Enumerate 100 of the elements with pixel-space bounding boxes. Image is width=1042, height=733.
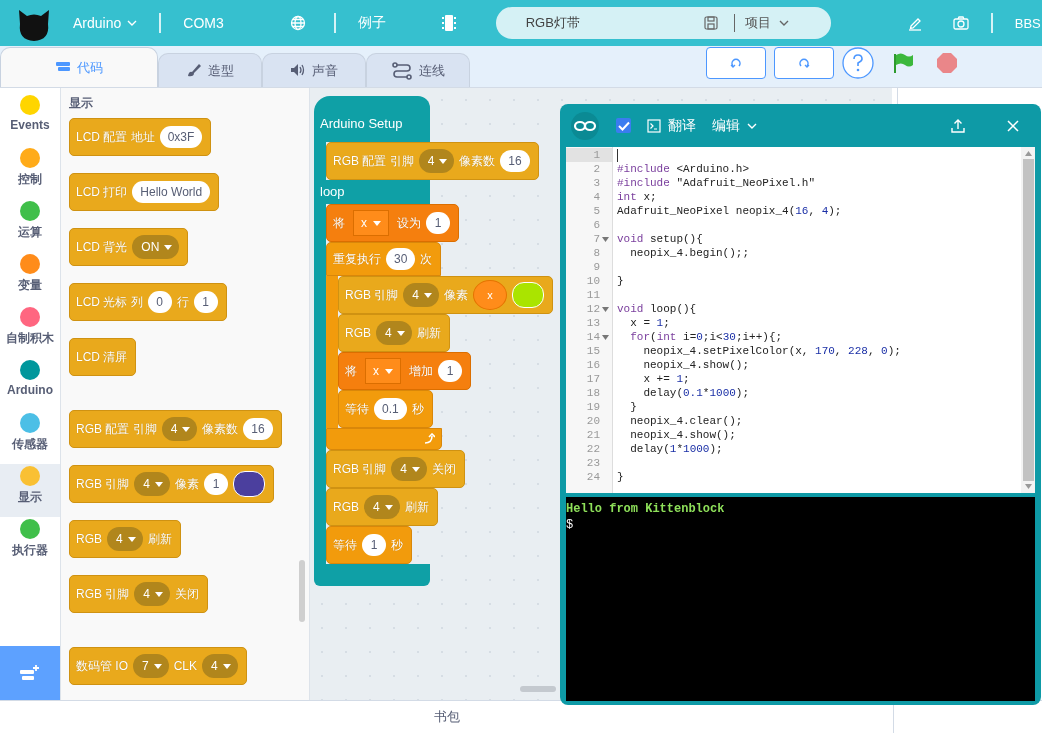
tab[interactable]: 造型 [158, 53, 262, 87]
block-dropdown[interactable]: 4 [364, 495, 400, 519]
block-label: 数码管 IO [76, 657, 128, 675]
category-item[interactable]: 执行器 [0, 517, 60, 570]
flag-icon[interactable] [892, 52, 914, 74]
upload-icon[interactable] [951, 118, 965, 133]
fold-caret-icon[interactable] [602, 236, 609, 242]
edit-menu[interactable]: 编辑 [712, 116, 757, 135]
line-number: 20 [586, 414, 600, 428]
repeat-block[interactable]: 重复执行 30 次 [326, 242, 442, 276]
code-block[interactable]: 等待 1 秒 [326, 526, 412, 564]
category-item[interactable]: 自制积木 [0, 305, 60, 358]
globe-icon[interactable] [289, 15, 306, 31]
redo-button[interactable] [774, 47, 834, 79]
block-dropdown[interactable]: 4 [134, 472, 171, 496]
category-item[interactable]: 控制 [0, 146, 60, 199]
line-number: 9 [593, 260, 600, 274]
block-dropdown[interactable]: 4 [202, 654, 238, 678]
code-block[interactable]: 数码管 IO 7 CLK 4 [69, 647, 247, 685]
scroll-down-icon [1024, 484, 1032, 489]
value-input[interactable]: Hello World [132, 181, 211, 203]
value-input[interactable]: 16 [243, 418, 273, 440]
color-swatch[interactable] [233, 471, 266, 497]
value-input[interactable]: 1 [193, 291, 218, 313]
hat-block[interactable]: Arduino Setup [314, 96, 430, 142]
block-dropdown[interactable]: 4 [134, 582, 171, 606]
block-label: RGB [333, 500, 359, 514]
block-dropdown[interactable]: 4 [418, 149, 455, 173]
code-block[interactable]: RGB 4 刷新 [326, 488, 438, 526]
help-icon[interactable] [842, 47, 874, 79]
code-block[interactable]: RGB 引脚 4 关闭 [326, 450, 466, 488]
color-swatch[interactable] [512, 282, 545, 308]
block-dropdown[interactable]: 4 [403, 283, 440, 307]
camera-icon[interactable] [952, 16, 969, 30]
code-block[interactable]: 将 x 设为 1 [326, 204, 459, 242]
block-dropdown[interactable]: 4 [161, 417, 198, 441]
category-item[interactable]: 显示 [0, 464, 60, 517]
value-input[interactable]: 30 [386, 248, 416, 270]
line-number: 21 [586, 428, 600, 442]
category-item[interactable]: Arduino [0, 358, 60, 411]
value-input[interactable]: 0x3F [159, 126, 203, 148]
caret-icon [182, 426, 191, 432]
code-block[interactable]: LCD 配置 地址 0x3F [69, 118, 212, 156]
loop-block[interactable]: loop [314, 180, 430, 204]
code-block[interactable]: RGB 4 刷新 [338, 314, 450, 352]
category-item[interactable]: 传感器 [0, 411, 60, 464]
block-dropdown[interactable]: 4 [376, 321, 412, 345]
chip-icon[interactable] [441, 14, 456, 32]
project-name-field[interactable]: RGB灯带 [525, 15, 696, 31]
code-block[interactable]: RGB 引脚 4 像素 1 [69, 465, 275, 503]
project-bar[interactable]: RGB灯带 项目 [495, 7, 831, 39]
code-editor[interactable] [566, 147, 1035, 493]
save-icon[interactable] [703, 16, 718, 30]
value-input[interactable]: 0.1 [374, 398, 407, 420]
value-input[interactable]: 1 [362, 534, 386, 556]
caret-icon [222, 663, 231, 669]
code-block[interactable]: RGB 配置 引脚 4 像素数 16 [69, 410, 282, 448]
category-item[interactable]: Events [0, 93, 60, 146]
value-input[interactable]: 1 [438, 360, 462, 382]
add-extension-button[interactable] [0, 646, 60, 700]
category-item[interactable]: 变量 [0, 252, 60, 305]
stop-icon[interactable] [936, 52, 958, 74]
undo-button[interactable] [706, 47, 766, 79]
value-input[interactable]: 0 [147, 291, 172, 313]
code-block[interactable]: LCD 打印 Hello World [69, 173, 220, 211]
code-block[interactable]: 将 x 增加 1 [338, 352, 471, 390]
code-line: x = 1; [629, 316, 670, 330]
block-label: RGB 配置 引脚 [76, 420, 157, 438]
scrollbar-thumb[interactable] [299, 560, 305, 622]
block-dropdown[interactable]: 7 [133, 654, 169, 678]
fold-caret-icon[interactable] [602, 334, 609, 340]
code-block[interactable]: RGB 配置 引脚 4 像素数 16 [326, 142, 539, 180]
value-input[interactable]: 1 [204, 473, 229, 495]
fold-caret-icon[interactable] [602, 306, 609, 312]
editor-scrollbar[interactable] [1021, 147, 1035, 493]
tab[interactable]: 连线 [366, 53, 470, 87]
code-line: int x; [617, 190, 657, 204]
block-dropdown[interactable]: ON [132, 235, 180, 259]
block-label: 刷新 [404, 498, 429, 516]
close-icon[interactable] [1007, 119, 1019, 132]
translate-button[interactable]: 翻译 [647, 116, 696, 135]
tab[interactable]: 声音 [262, 53, 366, 87]
code-block[interactable]: RGB 4 刷新 [69, 520, 181, 558]
block-dropdown[interactable]: 4 [391, 457, 428, 481]
value-input[interactable]: 1 [426, 212, 450, 234]
code-block[interactable]: RGB 引脚 4 像素 x [338, 276, 554, 314]
line-number: 13 [586, 316, 600, 330]
checkbox[interactable] [616, 118, 631, 133]
block-label: 将 [333, 214, 345, 232]
code-block[interactable]: LCD 光标 列 0 行 1 [69, 283, 227, 321]
code-block[interactable]: RGB 引脚 4 关闭 [69, 575, 209, 613]
value-input[interactable]: 16 [500, 150, 530, 172]
project-menu[interactable]: 项目 [744, 14, 789, 32]
block-label: LCD 背光 [76, 238, 128, 256]
code-block[interactable]: LCD 背光 ON [69, 228, 189, 266]
category-item[interactable]: 运算 [0, 199, 60, 252]
block-label: 像素 [444, 286, 469, 304]
scrollbar-thumb[interactable] [520, 686, 556, 692]
code-block[interactable]: 等待 0.1 秒 [338, 390, 433, 428]
block-dropdown[interactable]: 4 [107, 527, 143, 551]
